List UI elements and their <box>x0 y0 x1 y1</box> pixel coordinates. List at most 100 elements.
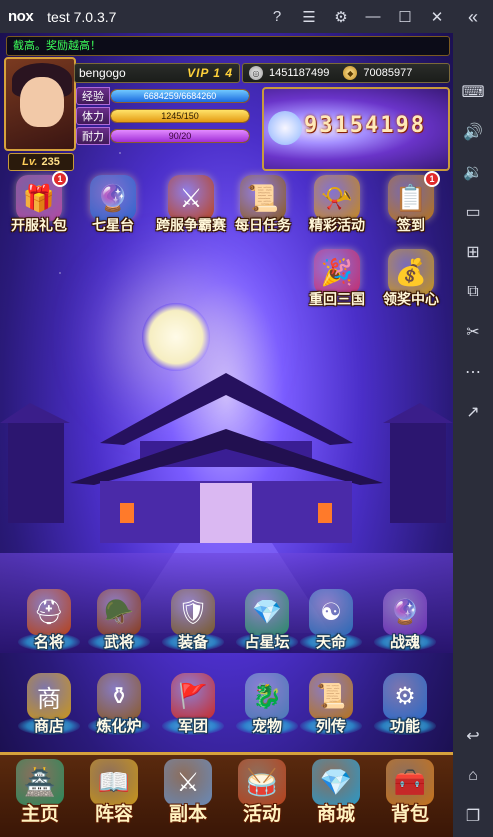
vip-level[interactable]: VIP 1 4 <box>187 66 233 80</box>
avatar[interactable] <box>4 57 76 151</box>
notification-badge: 1 <box>52 171 68 187</box>
biography-scroll-icon: 📜 <box>309 673 353 719</box>
minimize-icon[interactable]: — <box>357 0 389 33</box>
activity-label: 签到 <box>397 217 425 233</box>
screen-icon[interactable]: ▭ <box>453 197 493 227</box>
close-icon[interactable]: ✕ <box>421 0 453 33</box>
exp-value: 6684259/6684260 <box>143 91 217 101</box>
keyboard-icon[interactable]: ⌨ <box>453 77 493 107</box>
function-label: 炼化炉 <box>96 718 142 735</box>
emulator-root: nox test 7.0.3.7 ? ☰ ⚙ — ☐ ✕ « ⌨ 🔊 🔉 ▭ ⊞… <box>0 0 493 837</box>
combat-power-value: 93154198 <box>304 113 426 138</box>
function-label: 列传 <box>315 718 346 735</box>
collapse-toolbar-icon[interactable]: « <box>461 5 485 29</box>
window-buttons: ? ☰ ⚙ — ☐ ✕ <box>261 0 453 33</box>
currency-bar: ◎ 1451187499 ◆ 70085977 <box>242 63 450 83</box>
recents-icon[interactable]: ❐ <box>453 801 493 831</box>
volume-down-icon[interactable]: 🔉 <box>453 157 493 187</box>
stamina-label: 体力 <box>76 107 110 125</box>
function-label: 商店 <box>33 718 64 735</box>
player-name: bengogo <box>79 66 126 80</box>
nav-backpack-chest-button[interactable]: 🧰 背包 <box>374 759 446 835</box>
exp-bar: 经验 6684259/6684260 <box>76 87 256 105</box>
scrolling-announcement: 截高。奖励越高！ <box>6 36 450 56</box>
function-label: 名将 <box>33 634 64 651</box>
maximize-icon[interactable]: ☐ <box>389 0 421 33</box>
armor-icon: 🛡 <box>171 589 215 635</box>
legion-flag-icon: 🚩 <box>171 673 215 719</box>
more-icon[interactable]: ⋯ <box>453 357 493 387</box>
player-header: Lv. 235 bengogo VIP 1 4 ◎ 1451187499 ◆ 7… <box>4 57 450 175</box>
function-shop-sign-button[interactable]: 商商店 <box>14 673 84 745</box>
avatar-face <box>20 77 64 127</box>
silver-amount: 1451187499 <box>269 67 330 79</box>
level-label: Lv. <box>22 156 38 168</box>
function-label: 战魂 <box>389 634 420 651</box>
activity-label: 七星台 <box>92 217 134 233</box>
bottom-navigation: 🏯 主页 📖 阵容 ⚔ 副本 🥁 活动 💎 商城 🧰 背包 <box>0 752 453 837</box>
activity-battle-tournament-button[interactable]: ⚔ 跨服争霸赛 <box>156 173 226 239</box>
settings-icon[interactable]: ⚙ <box>325 0 357 33</box>
function-pet-dragon-button[interactable]: 🐉 宠物 <box>232 673 302 745</box>
window-title: test 7.0.3.7 <box>47 8 117 25</box>
nox-logo: nox <box>8 8 34 25</box>
notification-badge: 1 <box>424 171 440 187</box>
gold-amount: 70085977 <box>363 67 413 79</box>
exp-track: 6684259/6684260 <box>110 89 250 103</box>
endurance-label: 耐力 <box>76 127 110 145</box>
nav-label: 副本 <box>168 804 207 825</box>
multi-instance-icon[interactable]: ⧉ <box>453 277 493 307</box>
function-general-helmet-button[interactable]: ⛑ 名将 <box>14 589 84 661</box>
activity-signin-scroll-button[interactable]: 📋 签到 1 <box>380 171 442 239</box>
endurance-value: 90/20 <box>168 131 192 141</box>
activity-scroll-quest-button[interactable]: 📜 每日任务 <box>232 173 294 239</box>
function-furnace-button[interactable]: ⚱ 炼化炉 <box>84 673 154 745</box>
apk-install-icon[interactable]: ⊞ <box>453 237 493 267</box>
function-war-soul-orb-button[interactable]: 🔮 战魂 <box>370 589 440 661</box>
home-icon[interactable]: ⌂ <box>453 761 493 791</box>
nav-label: 活动 <box>242 804 281 825</box>
scissors-icon[interactable]: ✂ <box>453 317 493 347</box>
function-label: 武将 <box>103 634 134 651</box>
pet-dragon-icon: 🐉 <box>245 673 289 719</box>
exp-label: 经验 <box>76 87 110 105</box>
emulator-titlebar: nox test 7.0.3.7 ? ☰ ⚙ — ☐ ✕ « <box>0 0 493 33</box>
nav-home-pavilion-button[interactable]: 🏯 主页 <box>4 759 76 835</box>
destiny-compass-icon: ☯ <box>309 589 353 635</box>
function-destiny-compass-button[interactable]: ☯ 天命 <box>296 589 366 661</box>
gold-ingot-icon[interactable]: ◆ <box>343 66 358 80</box>
name-bar: bengogo VIP 1 4 <box>74 63 240 83</box>
silver-coin-icon: ◎ <box>249 66 263 80</box>
nav-gem-shop-button[interactable]: 💎 商城 <box>300 759 372 835</box>
activity-label: 跨服争霸赛 <box>156 217 226 233</box>
volume-up-icon[interactable]: 🔊 <box>453 117 493 147</box>
nav-crossed-swords-button[interactable]: ⚔ 副本 <box>152 759 224 835</box>
endurance-bar[interactable]: 耐力 90/20 <box>76 127 256 145</box>
function-armor-button[interactable]: 🛡 装备 <box>158 589 228 661</box>
help-icon[interactable]: ? <box>261 0 293 33</box>
activity-crystal-orb-button[interactable]: 🔮 七星台 <box>82 173 144 239</box>
stamina-bar[interactable]: 体力 1245/150 <box>76 107 256 125</box>
function-function-gear-button[interactable]: ⚙ 功能 <box>370 673 440 745</box>
activity-label: 重回三国 <box>309 291 365 307</box>
activity-gift-box-button[interactable]: 🎁 开服礼包 1 <box>8 171 70 239</box>
power-glow-icon <box>268 111 302 145</box>
star-crystal-icon: 💎 <box>245 589 289 635</box>
menu-icon[interactable]: ☰ <box>293 0 325 33</box>
back-icon[interactable]: ↩ <box>453 721 493 751</box>
function-star-crystal-button[interactable]: 💎 占星坛 <box>232 589 302 661</box>
nav-formation-book-button[interactable]: 📖 阵容 <box>78 759 150 835</box>
activity-reward-chest-button[interactable]: 💰 领奖中心 <box>380 247 442 313</box>
nav-label: 商城 <box>316 804 355 825</box>
function-legion-flag-button[interactable]: 🚩 军团 <box>158 673 228 745</box>
activity-horn-button[interactable]: 📯 精彩活动 <box>306 173 368 239</box>
warrior-helmet-icon: 🪖 <box>97 589 141 635</box>
activity-label: 精彩活动 <box>309 217 365 233</box>
nav-war-drum-button[interactable]: 🥁 活动 <box>226 759 298 835</box>
nav-label: 主页 <box>20 804 59 825</box>
level-badge: Lv. 235 <box>8 153 74 171</box>
share-icon[interactable]: ↗ <box>453 397 493 427</box>
function-biography-scroll-button[interactable]: 📜 列传 <box>296 673 366 745</box>
function-warrior-helmet-button[interactable]: 🪖 武将 <box>84 589 154 661</box>
activity-treasure-chest-button[interactable]: 🎉 重回三国 <box>306 247 368 313</box>
